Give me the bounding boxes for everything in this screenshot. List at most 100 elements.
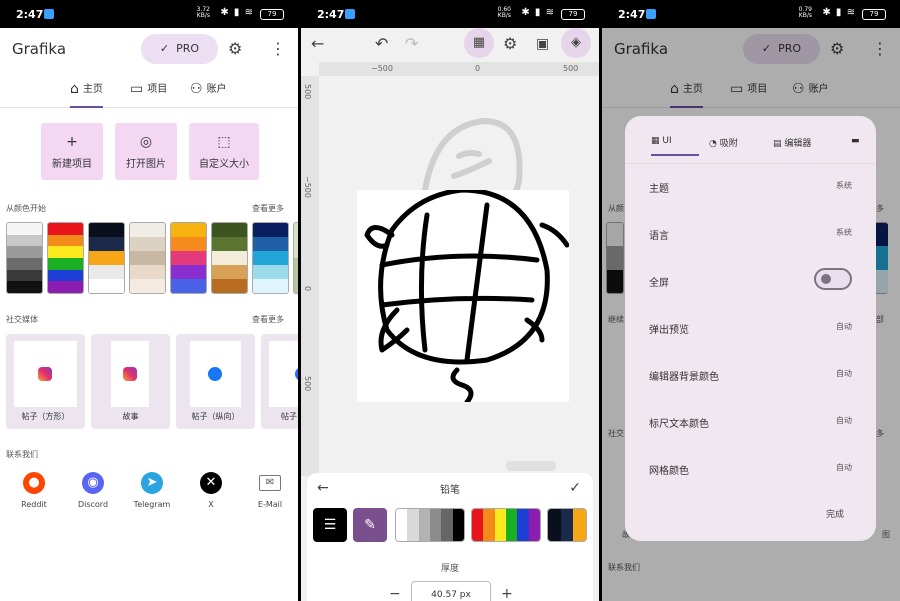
palette-swatch: [212, 279, 247, 293]
contact-x[interactable]: ✕ X: [186, 472, 236, 509]
color-swatch: [441, 509, 453, 541]
contact-label: Telegram: [133, 500, 171, 509]
card-label: 帖子（方形）: [21, 412, 70, 421]
minus-icon[interactable]: −: [389, 586, 401, 601]
pro-button[interactable]: ✓ PRO: [141, 34, 218, 64]
card-preview: [14, 341, 77, 407]
palette-card[interactable]: [211, 222, 248, 294]
ruler-label: −500: [303, 176, 312, 198]
palette-swatch: [212, 265, 247, 279]
palette-card[interactable]: [170, 222, 207, 294]
layers-icon[interactable]: ◈: [561, 28, 591, 58]
custom-size-button[interactable]: ⬚ 自定义大小: [189, 123, 259, 180]
redo-icon[interactable]: ↷: [405, 34, 418, 54]
tab-account[interactable]: ⚇ 账户: [190, 80, 227, 108]
swatch-group[interactable]: [395, 508, 465, 542]
palette-swatch: [48, 258, 83, 270]
palette-card[interactable]: [129, 222, 166, 294]
social-more-link[interactable]: 查看更多: [252, 314, 284, 325]
contact-telegram[interactable]: ➤ Telegram: [127, 472, 177, 509]
palette-card[interactable]: [88, 222, 125, 294]
thickness-label: 厚度: [440, 564, 459, 574]
palette-swatch: [48, 246, 83, 259]
color-swatch: [452, 509, 464, 541]
plus-icon[interactable]: +: [501, 586, 513, 601]
battery-icon: 79: [862, 9, 886, 20]
palette-card[interactable]: [293, 222, 298, 294]
card-label: 帖子（纵向）: [191, 412, 240, 421]
palette-swatch: [212, 237, 247, 251]
tab-projects[interactable]: ▭ 项目: [130, 80, 167, 108]
swatch-group[interactable]: [471, 508, 541, 542]
settings-row[interactable]: 主题 系统: [649, 180, 852, 195]
open-image-button[interactable]: ◎ 打开图片: [115, 123, 177, 180]
undo-icon[interactable]: ↶: [375, 34, 388, 54]
save-icon[interactable]: ▣: [536, 34, 549, 54]
social-card-story[interactable]: 故事: [91, 334, 170, 429]
check-icon: ✓: [159, 42, 177, 55]
social-card-post[interactable]: 帖子: [261, 334, 298, 429]
settings-tab-snap[interactable]: ◔ 吸附: [709, 136, 738, 149]
settings-row[interactable]: 语言 系统: [649, 227, 852, 242]
thickness-input[interactable]: 40.57 px: [411, 581, 491, 601]
settings-row[interactable]: 网格颜色 自动: [649, 462, 852, 477]
network-speed: 0.79 KB/s: [798, 6, 812, 19]
ruler-icon[interactable]: ▬: [851, 136, 860, 146]
back-arrow-icon[interactable]: ←: [311, 34, 324, 54]
eyedropper-icon[interactable]: ✎: [353, 508, 387, 542]
card-preview: [269, 341, 298, 407]
social-card-square[interactable]: 帖子（方形）: [6, 334, 85, 429]
palette-swatch: [130, 223, 165, 237]
settings-row-label: 语言: [649, 231, 669, 242]
more-vert-icon[interactable]: ⋮: [270, 39, 286, 59]
settings-row[interactable]: 标尺文本颜色 自动: [649, 415, 852, 430]
settings-tab-ui[interactable]: ▦ UI: [651, 136, 699, 156]
palette-card[interactable]: [252, 222, 289, 294]
tab-home[interactable]: ⌂ 主页: [70, 80, 103, 108]
colors-more-link[interactable]: 查看更多: [252, 203, 284, 214]
contact-discord[interactable]: ◉ Discord: [68, 472, 118, 509]
settings-row-label: 标尺文本颜色: [649, 419, 709, 430]
settings-row[interactable]: 编辑器背景颜色 自动: [649, 368, 852, 383]
palette-swatch: [171, 279, 206, 293]
contact-email[interactable]: ✉ E-Mail: [245, 472, 295, 509]
color-swatch: [505, 509, 518, 541]
settings-tab-editor[interactable]: ▤ 编辑器: [773, 136, 811, 149]
palette-card[interactable]: [47, 222, 84, 294]
settings-row[interactable]: 弹出预览 自动: [649, 321, 852, 336]
color-swatch: [560, 509, 574, 541]
editor-screen: 2:47 0.60 KB/s ✱ ▮ ≋ 79 ← ↶ ↷ ▦ ⚙ ▣ ◈ −5…: [301, 0, 599, 601]
gear-icon[interactable]: ⚙: [228, 39, 242, 59]
color-swatch: [472, 509, 484, 541]
palette-swatch: [130, 237, 165, 251]
gear-icon[interactable]: ⚙: [503, 34, 517, 54]
status-bar: 2:47 0.79 KB/s ✱ ▮ ≋ 79: [602, 0, 900, 28]
editor-icon: ▤: [773, 139, 785, 149]
palette-swatch: [130, 265, 165, 279]
canvas[interactable]: [357, 187, 570, 405]
folder-icon: ▭: [130, 81, 144, 97]
instagram-icon: [38, 367, 52, 381]
swatch-group[interactable]: [547, 508, 587, 542]
palette-swatch: [48, 234, 83, 247]
calculator-icon[interactable]: ▦: [464, 28, 494, 58]
contact-reddit[interactable]: ● Reddit: [9, 472, 59, 509]
network-speed: 3.72 KB/s: [196, 6, 210, 19]
ruler-label: −500: [371, 64, 393, 73]
palette-swatch: [89, 223, 124, 237]
new-project-button[interactable]: + 新建项目: [41, 123, 103, 180]
social-card-portrait[interactable]: 帖子（纵向）: [176, 334, 255, 429]
palette-swatch: [48, 223, 83, 235]
drag-handle[interactable]: [506, 461, 556, 471]
fullscreen-toggle[interactable]: [814, 268, 852, 290]
check-icon[interactable]: ✓: [569, 478, 581, 498]
color-swatch: [548, 509, 561, 541]
palette-swatch: [253, 223, 288, 237]
home-icon: ⌂: [70, 81, 79, 97]
done-button[interactable]: 完成: [826, 507, 844, 520]
settings-row[interactable]: 全屏: [649, 268, 852, 290]
qa-label: 自定义大小: [199, 159, 249, 170]
palette-card[interactable]: [6, 222, 43, 294]
tune-icon[interactable]: ☰: [313, 508, 347, 542]
app-notification-icon: [646, 9, 656, 19]
